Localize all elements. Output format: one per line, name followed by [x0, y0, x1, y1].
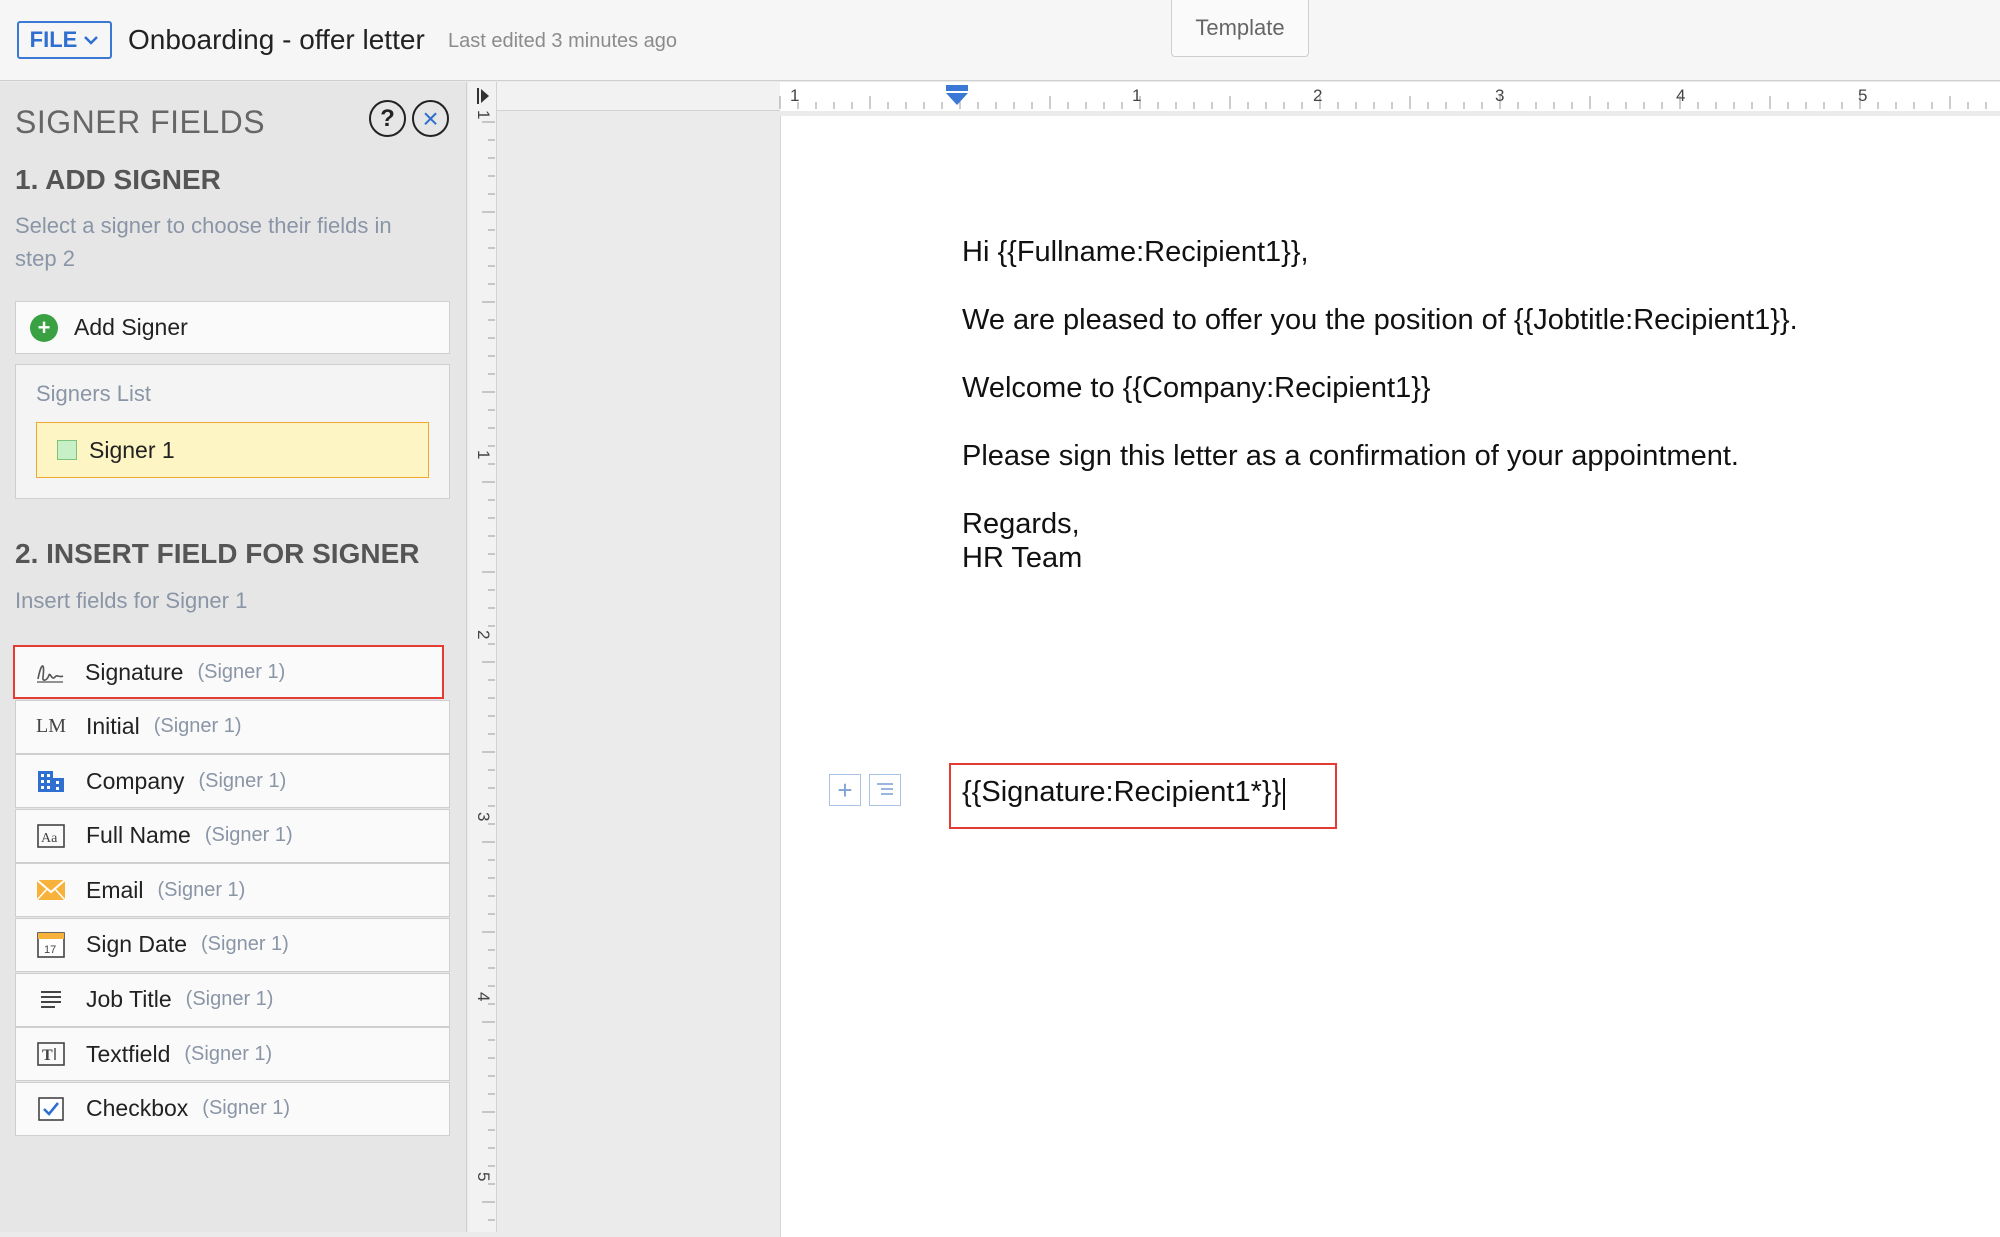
file-menu-button[interactable]: FILE	[17, 21, 112, 59]
field-signer-tag: (Signer 1)	[204, 824, 293, 847]
help-button[interactable]: ?	[369, 100, 406, 137]
closing-line[interactable]: Regards,	[962, 508, 1080, 541]
field-checkbox[interactable]: Checkbox (Signer 1)	[15, 1081, 450, 1136]
step2-description: Insert fields for Signer 1	[15, 588, 248, 613]
horizontal-ruler: 1 1 2 3 4 5	[497, 82, 2000, 111]
signer-item[interactable]: Signer 1	[36, 422, 429, 478]
signers-list-label: Signers List	[36, 381, 151, 406]
top-bar: FILE Onboarding - offer letter Last edit…	[0, 0, 2000, 81]
offer-paragraph[interactable]: We are pleased to offer you the position…	[962, 304, 1798, 337]
ruler-label: 2	[474, 630, 493, 639]
field-signer-tag: (Signer 1)	[184, 1042, 273, 1065]
field-signer-tag: (Signer 1)	[157, 878, 246, 901]
ruler-label: 3	[474, 812, 493, 821]
field-label: Company	[86, 767, 185, 794]
field-label: Textfield	[86, 1040, 171, 1067]
welcome-paragraph[interactable]: Welcome to {{Company:Recipient1}}	[962, 372, 1431, 405]
field-label: Initial	[86, 713, 140, 740]
field-job-title[interactable]: Job Title (Signer 1)	[15, 972, 450, 1027]
add-signer-label: Add Signer	[74, 314, 188, 340]
sign-request-paragraph[interactable]: Please sign this letter as a confirmatio…	[962, 440, 1739, 473]
ruler-label: 1	[474, 450, 493, 459]
field-signature[interactable]: Signature (Signer 1)	[13, 645, 444, 699]
ruler-label: 2	[1313, 86, 1322, 105]
checkbox-icon	[34, 1094, 68, 1124]
calendar-icon: 17	[34, 930, 68, 960]
document-canvas: Hi {{Fullname:Recipient1}}, We are pleas…	[497, 111, 2000, 1237]
field-label: Full Name	[86, 822, 191, 849]
paragraph-options-button[interactable]	[869, 774, 901, 806]
field-company[interactable]: Company (Signer 1)	[15, 754, 450, 809]
svg-text:T: T	[42, 1047, 53, 1064]
field-signer-tag: (Signer 1)	[197, 660, 286, 683]
last-edited-status: Last edited 3 minutes ago	[448, 30, 678, 52]
signers-list: Signers List Signer 1	[15, 364, 450, 499]
signer-fields-list: Signature (Signer 1) LM Initial (Signer …	[13, 645, 450, 1136]
vertical-ruler-ticks: 1 1 2 3 4 5	[474, 110, 495, 1221]
ruler-label: 4	[1676, 86, 1685, 105]
signer-label: Signer 1	[89, 436, 175, 463]
field-signer-tag: (Signer 1)	[153, 715, 242, 738]
close-panel-button[interactable]: ×	[412, 100, 449, 137]
indent-marker-icon[interactable]	[945, 84, 969, 106]
add-block-button[interactable]: +	[829, 774, 861, 806]
field-full-name[interactable]: Aa Full Name (Signer 1)	[15, 808, 450, 863]
plus-icon: +	[30, 313, 58, 342]
text-caret	[1283, 778, 1285, 810]
step1-title: 1. ADD SIGNER	[15, 164, 221, 195]
ruler-label: 1	[790, 86, 799, 105]
paragraph-icon	[877, 783, 893, 795]
plus-icon: +	[837, 775, 853, 805]
field-label: Job Title	[86, 986, 172, 1013]
svg-text:Aa: Aa	[41, 831, 58, 846]
lines-icon	[34, 985, 68, 1015]
field-signer-tag: (Signer 1)	[185, 988, 274, 1011]
help-icon: ?	[380, 104, 395, 132]
field-sign-date[interactable]: 17 Sign Date (Signer 1)	[15, 917, 450, 972]
template-tab[interactable]: Template	[1171, 0, 1309, 57]
chevron-down-icon	[84, 36, 99, 45]
field-label: Email	[86, 876, 144, 903]
email-icon	[34, 875, 68, 905]
add-signer-button[interactable]: + Add Signer	[15, 301, 450, 354]
close-icon: ×	[422, 102, 439, 134]
document-page[interactable]: Hi {{Fullname:Recipient1}}, We are pleas…	[780, 116, 2000, 1237]
horizontal-ruler-ticks: 1 1 2 3 4 5	[779, 86, 1987, 109]
signer-fields-panel: SIGNER FIELDS ? × 1. ADD SIGNER Select a…	[0, 82, 467, 1232]
field-textfield[interactable]: T Textfield (Signer 1)	[15, 1027, 450, 1082]
textfield-icon: T	[34, 1039, 68, 1069]
file-menu-label: FILE	[29, 27, 78, 52]
greeting-line[interactable]: Hi {{Fullname:Recipient1}},	[962, 236, 1309, 269]
step2-title: 2. INSERT FIELD FOR SIGNER	[15, 538, 420, 569]
field-signer-tag: (Signer 1)	[202, 1097, 291, 1120]
field-initial[interactable]: LM Initial (Signer 1)	[15, 699, 450, 754]
fullname-icon: Aa	[34, 821, 68, 851]
initial-icon: LM	[36, 715, 66, 738]
signer-color-swatch	[57, 440, 77, 460]
ruler-label: 4	[474, 992, 493, 1001]
field-email[interactable]: Email (Signer 1)	[15, 863, 450, 918]
signoff-line[interactable]: HR Team	[962, 542, 1082, 575]
document-title[interactable]: Onboarding - offer letter	[128, 24, 425, 56]
ruler-label: 1	[1132, 86, 1141, 105]
signature-placeholder[interactable]: {{Signature:Recipient1*}}	[962, 776, 1281, 809]
field-label: Signature	[85, 658, 184, 685]
field-signer-tag: (Signer 1)	[201, 933, 289, 956]
vertical-ruler: 1 1 2 3 4 5	[468, 82, 497, 1232]
svg-text:17: 17	[44, 944, 56, 956]
ruler-label: 1	[474, 110, 493, 119]
ruler-label: 5	[474, 1172, 493, 1181]
step1-description-line2: step 2	[15, 246, 75, 271]
company-icon	[34, 766, 68, 796]
step1-description-line1: Select a signer to choose their fields i…	[15, 213, 392, 238]
panel-title: SIGNER FIELDS	[15, 104, 266, 140]
ruler-label: 5	[1858, 86, 1867, 105]
signature-icon	[33, 657, 67, 687]
ruler-label: 3	[1495, 86, 1504, 105]
field-label: Sign Date	[86, 931, 188, 958]
field-label: Checkbox	[86, 1095, 189, 1122]
field-signer-tag: (Signer 1)	[198, 769, 287, 792]
